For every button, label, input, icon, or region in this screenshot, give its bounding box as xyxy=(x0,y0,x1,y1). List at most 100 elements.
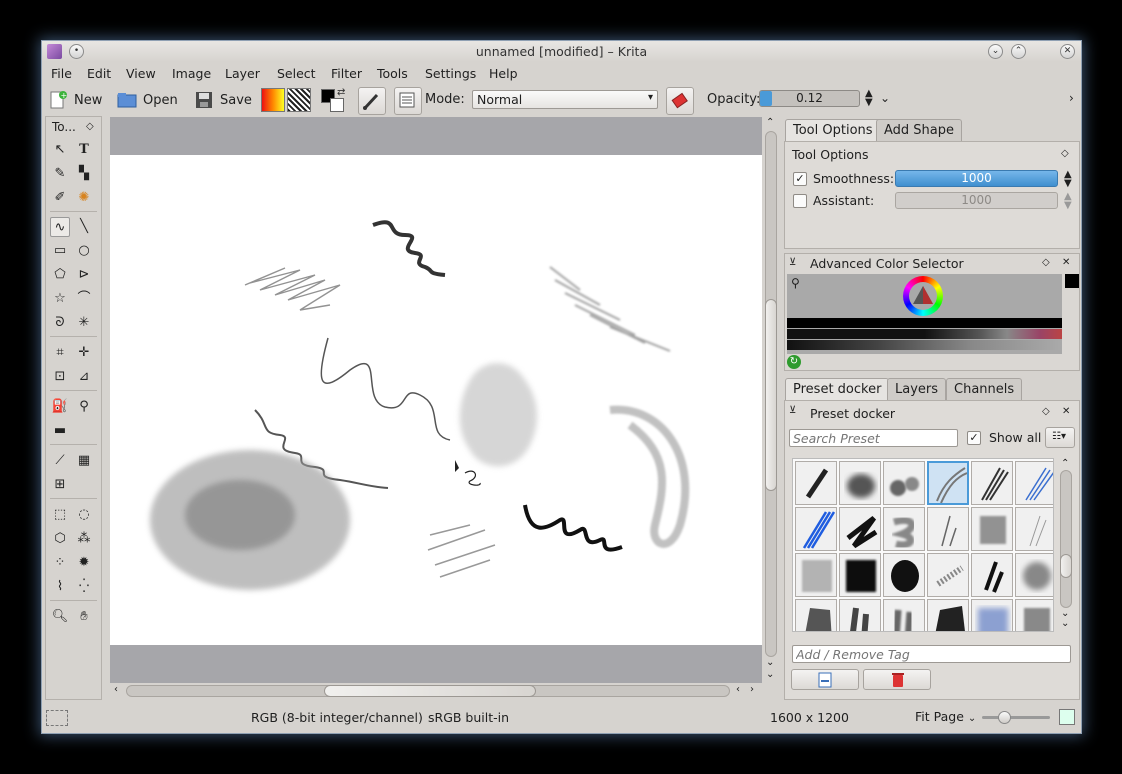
menu-layer[interactable]: Layer xyxy=(225,66,260,81)
polygon-tool-icon[interactable]: ⬠ xyxy=(50,265,70,285)
tab-channels[interactable]: Channels xyxy=(946,378,1023,400)
preset-scroll-track[interactable] xyxy=(1060,470,1072,608)
preset-thumbnail[interactable] xyxy=(971,553,1013,597)
close-icon[interactable]: ✕ xyxy=(1060,44,1075,59)
import-preset-button[interactable] xyxy=(791,669,859,690)
smoothness-checkbox[interactable]: ✓ xyxy=(793,172,807,186)
bezier-selection-tool-icon[interactable]: ⌇ xyxy=(50,577,70,597)
select-shape-tool-icon[interactable]: ↖ xyxy=(50,140,70,160)
menu-view[interactable]: View xyxy=(126,66,156,81)
toolbar-extend-chevron-icon[interactable]: › xyxy=(1069,91,1074,105)
preset-grid-scrollbar[interactable]: ⌃ ⌄ ⌄ xyxy=(1059,458,1073,632)
freehand-path-tool-icon[interactable]: ᘐ xyxy=(50,313,70,333)
preset-grid[interactable] xyxy=(792,458,1054,632)
measure-tool-icon[interactable]: ⊿ xyxy=(74,367,94,387)
elliptical-selection-tool-icon[interactable]: ◌ xyxy=(74,505,94,525)
text-tool-icon[interactable]: T xyxy=(74,140,94,160)
color-picker-tool-icon[interactable]: ⚲ xyxy=(74,397,94,417)
horizontal-scroll-thumb[interactable] xyxy=(324,685,536,697)
preset-thumbnail[interactable] xyxy=(927,553,969,597)
tab-add-shape[interactable]: Add Shape xyxy=(876,119,963,141)
gradient-tool-icon[interactable]: ▬ xyxy=(50,421,70,441)
fg-bg-color-selector[interactable]: ⇄ xyxy=(319,87,349,115)
multibrush-tool-icon[interactable]: ✺ xyxy=(74,188,94,208)
tab-tool-options[interactable]: Tool Options xyxy=(785,119,881,141)
swap-colors-icon[interactable]: ⇄ xyxy=(337,87,345,98)
preset-thumbnail[interactable] xyxy=(839,599,881,631)
scroll-left-icon[interactable]: ‹ xyxy=(736,684,740,695)
toolbar-overflow-chevron-icon[interactable]: ⌄ xyxy=(880,91,890,105)
ellipse-tool-icon[interactable]: ○ xyxy=(74,241,94,261)
menu-image[interactable]: Image xyxy=(172,66,211,81)
grid-tool-icon[interactable]: ⊞ xyxy=(50,475,70,495)
scroll-left-icon[interactable]: ‹ xyxy=(114,684,118,695)
transform-tool-icon[interactable]: ⊡ xyxy=(50,367,70,387)
save-button[interactable]: Save xyxy=(194,86,252,114)
gradient-editing-tool-icon[interactable]: ✐ xyxy=(50,188,70,208)
dock-float-icon[interactable]: ◇ xyxy=(1042,406,1050,417)
common-colors-strip[interactable] xyxy=(787,340,1062,350)
background-color-swatch[interactable] xyxy=(330,98,344,112)
open-button[interactable]: Open xyxy=(117,86,178,114)
preset-thumbnail[interactable] xyxy=(927,599,969,631)
preset-thumbnail[interactable] xyxy=(839,461,881,505)
pattern-selector[interactable] xyxy=(287,88,311,112)
pattern-editing-tool-icon[interactable]: ▚ xyxy=(74,164,94,184)
bezier-curve-tool-icon[interactable]: ⌒ xyxy=(74,289,94,309)
crop-tool-icon[interactable]: ⌗ xyxy=(50,343,70,363)
dock-close-icon[interactable]: ✕ xyxy=(1062,406,1070,417)
preset-thumbnail[interactable] xyxy=(795,507,837,551)
new-button[interactable]: + New xyxy=(48,86,102,114)
view-mode-button[interactable]: ☷▾ xyxy=(1045,427,1075,448)
current-color-swatch[interactable] xyxy=(1065,274,1079,288)
preset-thumbnail[interactable] xyxy=(839,507,881,551)
zoom-select[interactable]: Fit Page ⌄ xyxy=(915,709,976,724)
preset-thumbnail[interactable] xyxy=(971,507,1013,551)
similar-selection-tool-icon[interactable]: ✹ xyxy=(74,553,94,573)
collapse-icon[interactable]: ⊻ xyxy=(789,405,796,416)
saturation-triangle[interactable] xyxy=(911,284,935,308)
preset-scroll-thumb[interactable] xyxy=(1060,554,1072,578)
contiguous-selection-tool-icon[interactable]: ⁘ xyxy=(50,553,70,573)
vertical-scroll-thumb[interactable] xyxy=(765,299,777,491)
freehand-brush-tool-icon[interactable]: ∿ xyxy=(50,217,70,237)
preset-thumbnail[interactable] xyxy=(1015,553,1053,597)
color-strip-black[interactable] xyxy=(787,318,1062,328)
line-tool-icon[interactable]: ╲ xyxy=(74,217,94,237)
magnetic-selection-tool-icon[interactable]: ⁛ xyxy=(74,577,94,597)
preset-thumbnail[interactable] xyxy=(795,553,837,597)
preset-thumbnail[interactable] xyxy=(839,553,881,597)
image-canvas[interactable] xyxy=(110,155,762,645)
polygonal-selection-tool-icon[interactable]: ⬡ xyxy=(50,529,70,549)
menu-tools[interactable]: Tools xyxy=(377,66,408,81)
calligraphy-tool-icon[interactable]: ✎ xyxy=(50,164,70,184)
zoom-slider[interactable] xyxy=(982,711,1050,724)
move-tool-icon[interactable]: ✛ xyxy=(74,343,94,363)
polyline-tool-icon[interactable]: ⊳ xyxy=(74,265,94,285)
opacity-spin-icon[interactable]: ▲ ▼ xyxy=(865,89,873,108)
preset-thumbnail[interactable] xyxy=(883,599,925,631)
vertical-scrollbar[interactable]: ⌃ ⌄ ⌄ xyxy=(764,117,778,683)
preset-thumbnail[interactable] xyxy=(971,599,1013,631)
minimize-icon[interactable]: ⌄ xyxy=(988,44,1003,59)
opacity-slider[interactable]: 0.12 xyxy=(759,90,860,107)
show-all-checkbox[interactable]: ✓ xyxy=(967,431,981,445)
search-preset-input[interactable] xyxy=(789,429,958,447)
collapse-icon[interactable]: ⊻ xyxy=(789,257,796,268)
blend-mode-select[interactable]: Normal ▾ xyxy=(472,90,658,109)
brush-preset-button[interactable] xyxy=(358,87,386,115)
dock-float-icon[interactable]: ◇ xyxy=(1061,148,1069,159)
pan-hand-tool-icon[interactable]: ✋︎ xyxy=(74,607,94,627)
preset-thumbnail[interactable] xyxy=(795,599,837,631)
dynamic-brush-tool-icon[interactable]: ✳ xyxy=(74,313,94,333)
assistant-tool-icon[interactable]: ⟋ xyxy=(50,451,70,471)
star-tool-icon[interactable]: ☆ xyxy=(50,289,70,309)
assistant-spin-icon[interactable]: ▲ ▼ xyxy=(1064,192,1072,211)
preset-thumbnail[interactable] xyxy=(1015,461,1053,505)
color-history-strip[interactable] xyxy=(787,329,1062,339)
maximize-icon[interactable]: ⌃ xyxy=(1011,44,1026,59)
scroll-down-icon[interactable]: ⌄ xyxy=(766,657,774,668)
preset-thumbnail[interactable] xyxy=(1015,599,1053,631)
smoothness-spin-icon[interactable]: ▲ ▼ xyxy=(1064,170,1072,189)
zoom-tool-icon[interactable]: 🔍︎ xyxy=(50,607,70,627)
